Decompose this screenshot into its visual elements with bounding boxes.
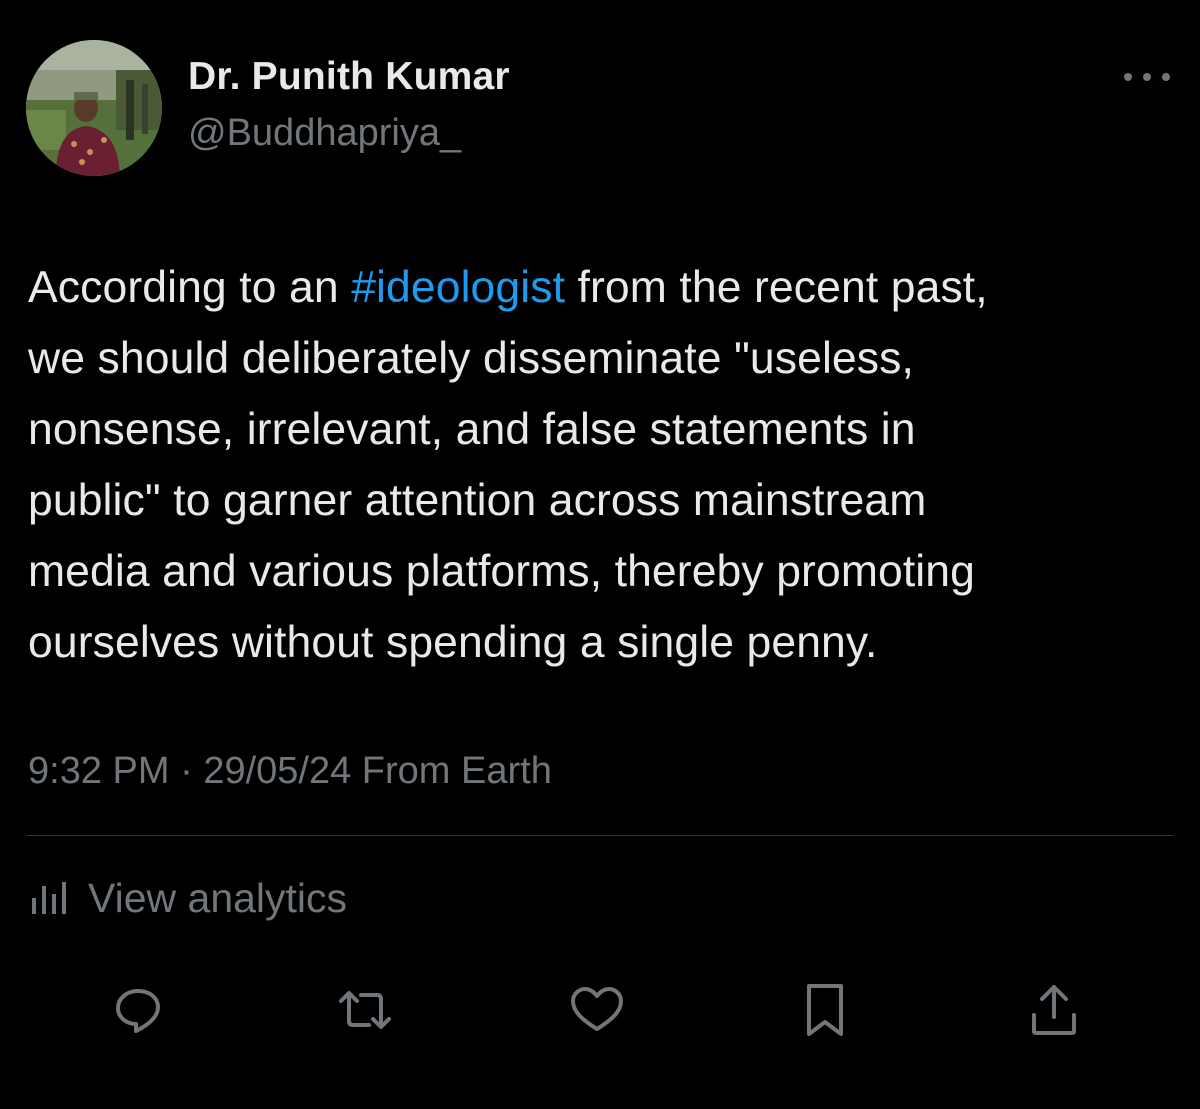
avatar[interactable] (26, 40, 162, 176)
bar-chart-icon (32, 882, 66, 914)
tweet-text-segment: from the recent past, (565, 263, 988, 312)
meta-separator: · (169, 750, 204, 792)
share-icon (1032, 985, 1076, 1035)
retweet-button[interactable] (330, 975, 400, 1045)
tweet-line: According to an #ideologist from the rec… (28, 252, 1178, 323)
hashtag-link[interactable]: #ideologist (351, 263, 565, 312)
bookmark-icon (807, 984, 843, 1036)
tweet-line: we should deliberately disseminate "usel… (28, 334, 914, 383)
tweet-line: public" to garner attention across mains… (28, 476, 927, 525)
tweet-time[interactable]: 9:32 PM (28, 750, 170, 792)
more-dot (1143, 73, 1151, 81)
like-icon (571, 987, 623, 1031)
more-dot (1124, 73, 1132, 81)
tweet-line: ourselves without spending a single penn… (28, 618, 878, 667)
tweet-source: From Earth (351, 750, 552, 792)
reply-button[interactable] (103, 975, 173, 1045)
action-bar (0, 975, 1200, 1045)
divider (26, 835, 1174, 836)
bookmark-button[interactable] (790, 975, 860, 1045)
tweet-text-segment: According to an (28, 263, 352, 312)
tweet-card: Dr. Punith Kumar @Buddhapriya_ According… (0, 0, 1200, 1109)
author-name[interactable]: Dr. Punith Kumar (188, 55, 510, 99)
reply-icon (116, 989, 160, 1033)
tweet-date[interactable]: 29/05/24 (203, 750, 351, 792)
tweet-text: According to an #ideologist from the rec… (28, 252, 1178, 678)
share-button[interactable] (1019, 975, 1089, 1045)
retweet-icon (339, 991, 391, 1029)
author-handle[interactable]: @Buddhapriya_ (188, 112, 461, 155)
more-options-button[interactable] (1120, 62, 1174, 92)
tweet-line: nonsense, irrelevant, and false statemen… (28, 405, 916, 454)
like-button[interactable] (562, 975, 632, 1045)
avatar-photo (26, 40, 162, 176)
more-dot (1162, 73, 1170, 81)
view-analytics-button[interactable]: View analytics (30, 870, 347, 926)
tweet-meta: 9:32 PM · 29/05/24 From Earth (28, 750, 552, 793)
view-analytics-label: View analytics (88, 874, 348, 921)
tweet-line: media and various platforms, thereby pro… (28, 547, 975, 596)
